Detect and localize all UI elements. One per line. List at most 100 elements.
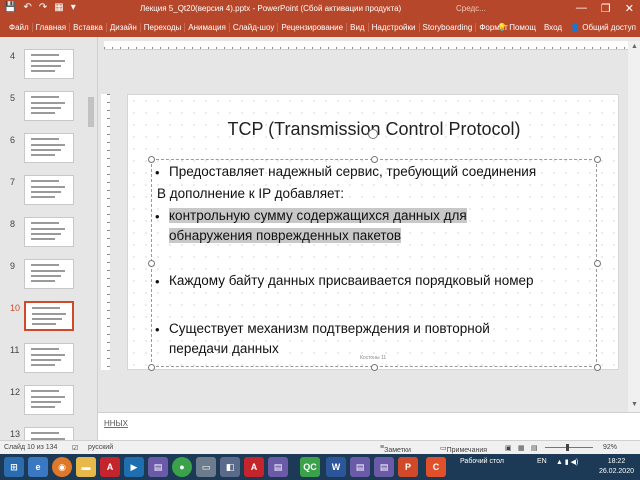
status-bar: Слайд 10 из 134 ☑ русский ≡ Заметки ▭ Пр… (0, 440, 640, 454)
tab-1[interactable]: Главная (33, 23, 71, 32)
preview-line (31, 348, 59, 350)
restore-button[interactable]: ❐ (601, 2, 611, 15)
resize-handle-ne[interactable] (594, 156, 601, 163)
resize-handle-nw[interactable] (148, 156, 155, 163)
normal-view-icon[interactable]: ▣ (505, 444, 512, 452)
slide-thumbnail[interactable]: 13 (0, 427, 97, 440)
bullet-text-4: Каждому байту данных присваивается поряд… (169, 273, 534, 288)
ie-icon[interactable]: e (28, 457, 48, 477)
clock-date: 26.02.2020 (598, 468, 634, 475)
clock[interactable]: 18:22 26.02.2020 (599, 457, 634, 477)
app-icon[interactable]: ◧ (220, 457, 240, 477)
archive3-icon[interactable]: ▤ (374, 457, 394, 477)
slide-thumbnail[interactable]: 5 (0, 91, 97, 129)
tab-5[interactable]: Анимация (185, 23, 230, 32)
slide-thumbnail[interactable]: 8 (0, 217, 97, 255)
preview-line (31, 390, 59, 392)
share-button[interactable]: 👤 Общий доступ (570, 23, 636, 32)
slideshow-icon[interactable]: ▦ (54, 2, 63, 13)
editor-scrollbar[interactable]: ▲ ▼ (628, 41, 640, 412)
qc-icon[interactable]: QC (300, 457, 320, 477)
firefox-icon[interactable]: ◉ (52, 457, 72, 477)
tab-10[interactable]: Storyboarding (420, 23, 477, 32)
rotate-handle[interactable] (368, 129, 378, 139)
tab-7[interactable]: Рецензирование (278, 23, 348, 32)
zoom-slider-thumb[interactable] (566, 444, 569, 451)
preview-line (31, 70, 55, 72)
zoom-slider[interactable] (545, 447, 593, 448)
slide-thumbnail[interactable]: 7 (0, 175, 97, 213)
close-button[interactable]: ✕ (625, 2, 634, 15)
media-icon[interactable]: ▶ (124, 457, 144, 477)
slide-thumbnails-panel[interactable]: 4 5 6 7 8 9 10 11 12 13 (0, 37, 98, 440)
login-link[interactable]: Вход (544, 23, 562, 32)
tab-8[interactable]: Вид (347, 23, 369, 32)
desktop-toolbar[interactable]: Рабочий стол (460, 458, 504, 465)
scroll-down-icon[interactable]: ▼ (631, 401, 638, 408)
resize-handle-e[interactable] (594, 260, 601, 267)
slide-thumbnail[interactable]: 9 (0, 259, 97, 297)
content-textbox[interactable]: • Предоставляет надежный сервис, требующ… (148, 156, 601, 371)
pdf-icon[interactable]: A (244, 457, 264, 477)
winrar-icon[interactable]: ▤ (148, 457, 168, 477)
archive2-icon[interactable]: ▤ (350, 457, 370, 477)
undo-icon[interactable]: ↶ (23, 2, 31, 13)
acrobat-icon[interactable]: A (100, 457, 120, 477)
slide-thumbnail[interactable]: 6 (0, 133, 97, 171)
slide-canvas[interactable]: TCP (Transmission Control Protocol) • Пр… (127, 94, 619, 371)
powerpoint-icon[interactable]: P (398, 457, 418, 477)
resize-handle-se[interactable] (594, 364, 601, 371)
preview-line (32, 318, 62, 320)
spellcheck-icon[interactable]: ☑ (72, 444, 78, 452)
tab-6[interactable]: Слайд-шоу (230, 23, 279, 32)
preview-line (31, 238, 55, 240)
language-indicator[interactable]: русский (88, 444, 113, 451)
preview-line (31, 60, 65, 62)
resize-handle-w[interactable] (148, 260, 155, 267)
resize-handle-s[interactable] (371, 364, 378, 371)
slide-preview (24, 217, 74, 247)
preview-line (31, 186, 65, 188)
word-icon[interactable]: W (326, 457, 346, 477)
tab-4[interactable]: Переходы (141, 23, 186, 32)
notes-pane[interactable]: ННЫХ (98, 412, 640, 440)
slide-thumbnail[interactable]: 4 (0, 49, 97, 87)
explorer-icon[interactable]: ▬ (76, 457, 96, 477)
preview-line (31, 233, 61, 235)
save-icon[interactable]: 💾 (4, 2, 16, 13)
resize-handle-sw[interactable] (148, 364, 155, 371)
tab-9[interactable]: Надстройки (369, 23, 420, 32)
preview-line (31, 359, 61, 361)
customize-qat-icon[interactable]: ▾ (71, 2, 76, 13)
reading-view-icon[interactable]: ▤ (531, 444, 538, 452)
clock-time: 18:22 (607, 458, 626, 465)
zoom-level[interactable]: 92% (603, 444, 617, 451)
start-button[interactable]: ⊞ (4, 457, 24, 477)
tab-2[interactable]: Вставка (70, 23, 107, 32)
person-icon: 👤 (570, 23, 581, 32)
language-tray[interactable]: EN (537, 458, 547, 465)
contextual-tab-label: Средс... (456, 4, 486, 13)
tray-icons[interactable]: ▲ ▮ ◀) (556, 458, 578, 466)
minimize-button[interactable]: — (576, 2, 587, 15)
tab-3[interactable]: Дизайн (107, 23, 141, 32)
notes-button[interactable]: ≡ Заметки (380, 444, 411, 454)
scroll-up-icon[interactable]: ▲ (631, 43, 638, 50)
comments-button[interactable]: ▭ Примечания (440, 444, 487, 454)
slide-thumbnail[interactable]: 12 (0, 385, 97, 423)
archive-icon[interactable]: ▤ (268, 457, 288, 477)
monitor-icon[interactable]: ▭ (196, 457, 216, 477)
preview-line (31, 364, 55, 366)
recorder-icon[interactable]: C (426, 457, 446, 477)
resize-handle-n[interactable] (371, 156, 378, 163)
slide-thumbnail[interactable]: 11 (0, 343, 97, 381)
preview-line (31, 196, 55, 198)
preview-line (31, 65, 61, 67)
slide-thumbnail[interactable]: 10 (0, 301, 97, 339)
redo-icon[interactable]: ↷ (39, 2, 47, 13)
sorter-view-icon[interactable]: ▦ (518, 444, 525, 452)
preview-line (31, 270, 65, 272)
chrome-icon[interactable]: ● (172, 457, 192, 477)
help-search[interactable]: 💡 Помощ (497, 23, 536, 32)
tab-0[interactable]: Файл (6, 23, 33, 32)
